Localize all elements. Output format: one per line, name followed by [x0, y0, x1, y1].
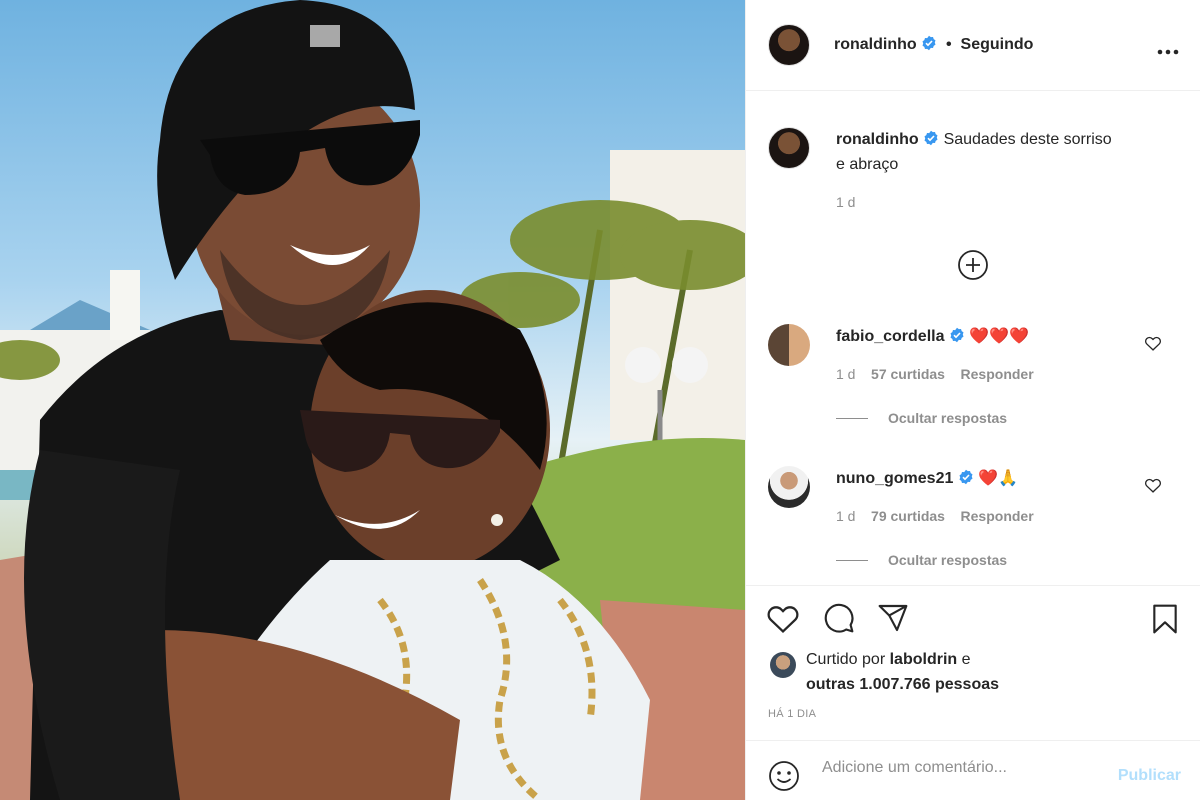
- share-icon[interactable]: [876, 602, 910, 639]
- reply-button[interactable]: Responder: [961, 508, 1034, 524]
- comment-text: ❤️🙏: [978, 470, 1019, 487]
- caption-username[interactable]: ronaldinho: [836, 131, 919, 148]
- hide-replies-row[interactable]: Ocultar respostas: [836, 410, 1136, 428]
- publish-button[interactable]: Publicar: [1118, 767, 1181, 785]
- verified-icon: [924, 130, 938, 146]
- emoji-icon[interactable]: [768, 760, 800, 797]
- liker-username[interactable]: laboldrin: [890, 651, 958, 668]
- comment-bar: Publicar: [746, 740, 1200, 800]
- comment-time[interactable]: 1 d: [836, 366, 855, 382]
- hide-replies-button[interactable]: Ocultar respostas: [888, 410, 1007, 426]
- separator-dot: •: [941, 36, 957, 53]
- author-username[interactable]: ronaldinho: [834, 36, 917, 53]
- bookmark-icon[interactable]: [1149, 602, 1181, 641]
- verified-icon: [950, 327, 964, 343]
- comment-time[interactable]: 1 d: [836, 508, 855, 524]
- post-actions: Curtido por laboldrin e outras 1.007.766…: [746, 585, 1200, 740]
- author-avatar[interactable]: [768, 24, 810, 66]
- likes-prefix: Curtido por: [806, 651, 886, 668]
- comment-avatar[interactable]: [768, 466, 810, 508]
- verified-icon: [959, 469, 973, 485]
- divider-line: [836, 560, 868, 562]
- more-icon[interactable]: [1157, 38, 1179, 61]
- comment-input[interactable]: [822, 759, 1072, 777]
- reply-button[interactable]: Responder: [961, 366, 1034, 382]
- caption-text-line2: e abraço: [836, 156, 899, 173]
- comment-likes[interactable]: 79 curtidas: [871, 508, 945, 524]
- heart-icon[interactable]: [1144, 477, 1162, 498]
- divider-line: [836, 418, 868, 420]
- liker-avatar[interactable]: [770, 652, 796, 678]
- likes-summary: Curtido por laboldrin e outras 1.007.766…: [806, 647, 1166, 697]
- hide-replies-button[interactable]: Ocultar respostas: [888, 552, 1007, 568]
- caption-avatar[interactable]: [768, 127, 810, 169]
- hide-replies-row[interactable]: Ocultar respostas: [836, 552, 1136, 570]
- comment: fabio_cordella ❤️❤️❤️ 1 d 57 curtidas Re…: [836, 324, 1136, 428]
- heart-icon[interactable]: [1144, 335, 1162, 356]
- comment-meta: 1 d 57 curtidas Responder: [836, 366, 1136, 382]
- comment-likes[interactable]: 57 curtidas: [871, 366, 945, 382]
- likes-count[interactable]: outras 1.007.766 pessoas: [806, 676, 999, 693]
- likes-conj: e: [961, 651, 971, 668]
- comment: nuno_gomes21 ❤️🙏 1 d 79 curtidas Respond…: [836, 466, 1136, 570]
- post-side-panel: ronaldinho • Seguindo ronaldinho Saudade…: [745, 0, 1200, 800]
- caption: ronaldinho Saudades deste sorriso e abra…: [836, 127, 1176, 210]
- comment-icon[interactable]: [822, 602, 856, 639]
- caption-time[interactable]: 1 d: [836, 194, 1176, 210]
- post-photo-illustration: [0, 0, 745, 800]
- comment-text: ❤️❤️❤️: [969, 328, 1030, 345]
- comment-avatar[interactable]: [768, 324, 810, 366]
- post-photo[interactable]: [0, 0, 745, 800]
- comment-username[interactable]: nuno_gomes21: [836, 470, 953, 487]
- heart-icon[interactable]: [766, 602, 800, 639]
- caption-text-line1: Saudades deste sorriso: [943, 131, 1112, 148]
- comment-meta: 1 d 79 curtidas Responder: [836, 508, 1136, 524]
- author-line: ronaldinho • Seguindo: [834, 35, 1033, 54]
- post-header: ronaldinho • Seguindo: [746, 0, 1200, 91]
- plus-circle-icon[interactable]: [957, 249, 989, 286]
- comment-username[interactable]: fabio_cordella: [836, 328, 944, 345]
- post-time[interactable]: HÁ 1 DIA: [768, 708, 816, 720]
- following-button[interactable]: Seguindo: [961, 36, 1034, 53]
- verified-icon: [922, 35, 936, 51]
